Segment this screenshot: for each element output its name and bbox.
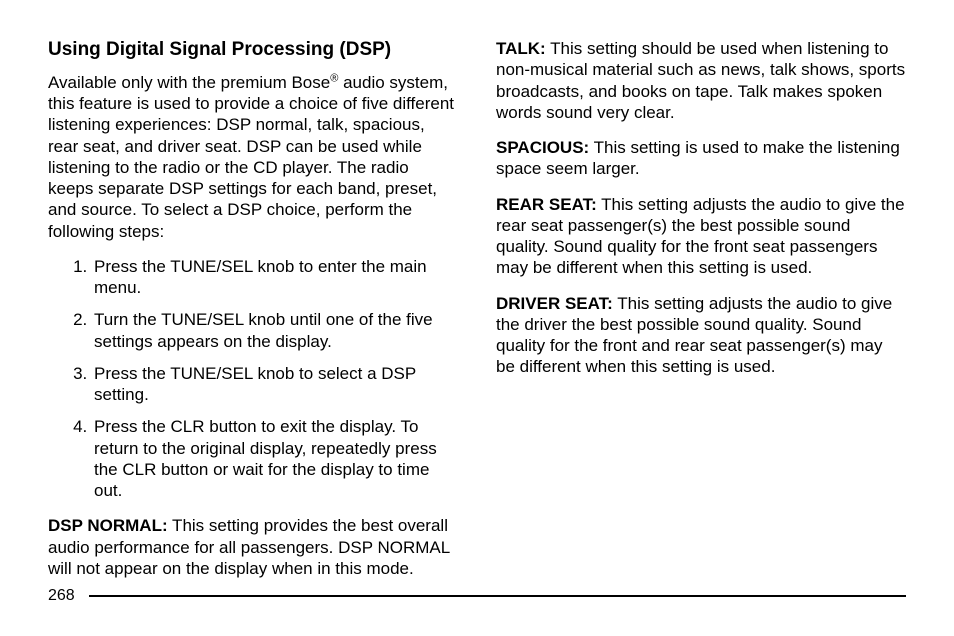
section-heading: Using Digital Signal Processing (DSP) (48, 38, 458, 62)
dsp-normal-label: DSP NORMAL: (48, 516, 168, 535)
intro-text-a: Available only with the premium Bose (48, 73, 330, 92)
spacious-label: SPACIOUS: (496, 138, 589, 157)
left-column: Using Digital Signal Processing (DSP) Av… (48, 38, 458, 593)
talk-paragraph: TALK: This setting should be used when l… (496, 38, 906, 123)
step-item: Press the TUNE/SEL knob to select a DSP … (92, 363, 458, 406)
driver-seat-paragraph: DRIVER SEAT: This setting adjusts the au… (496, 293, 906, 378)
rear-seat-paragraph: REAR SEAT: This setting adjusts the audi… (496, 194, 906, 279)
right-column: TALK: This setting should be used when l… (496, 38, 906, 593)
page-number: 268 (48, 586, 75, 606)
dsp-normal-paragraph: DSP NORMAL: This setting provides the be… (48, 515, 458, 579)
talk-text: This setting should be used when listeni… (496, 39, 905, 122)
steps-list: Press the TUNE/SEL knob to enter the mai… (48, 256, 458, 502)
step-item: Turn the TUNE/SEL knob until one of the … (92, 309, 458, 352)
driver-seat-label: DRIVER SEAT: (496, 294, 613, 313)
footer-rule (89, 595, 906, 597)
intro-text-b: audio system, this feature is used to pr… (48, 73, 454, 241)
intro-paragraph: Available only with the premium Bose® au… (48, 72, 458, 242)
spacious-paragraph: SPACIOUS: This setting is used to make t… (496, 137, 906, 180)
page-footer: 268 (48, 586, 906, 606)
step-item: Press the TUNE/SEL knob to enter the mai… (92, 256, 458, 299)
talk-label: TALK: (496, 39, 546, 58)
rear-seat-label: REAR SEAT: (496, 195, 597, 214)
step-item: Press the CLR button to exit the display… (92, 416, 458, 501)
